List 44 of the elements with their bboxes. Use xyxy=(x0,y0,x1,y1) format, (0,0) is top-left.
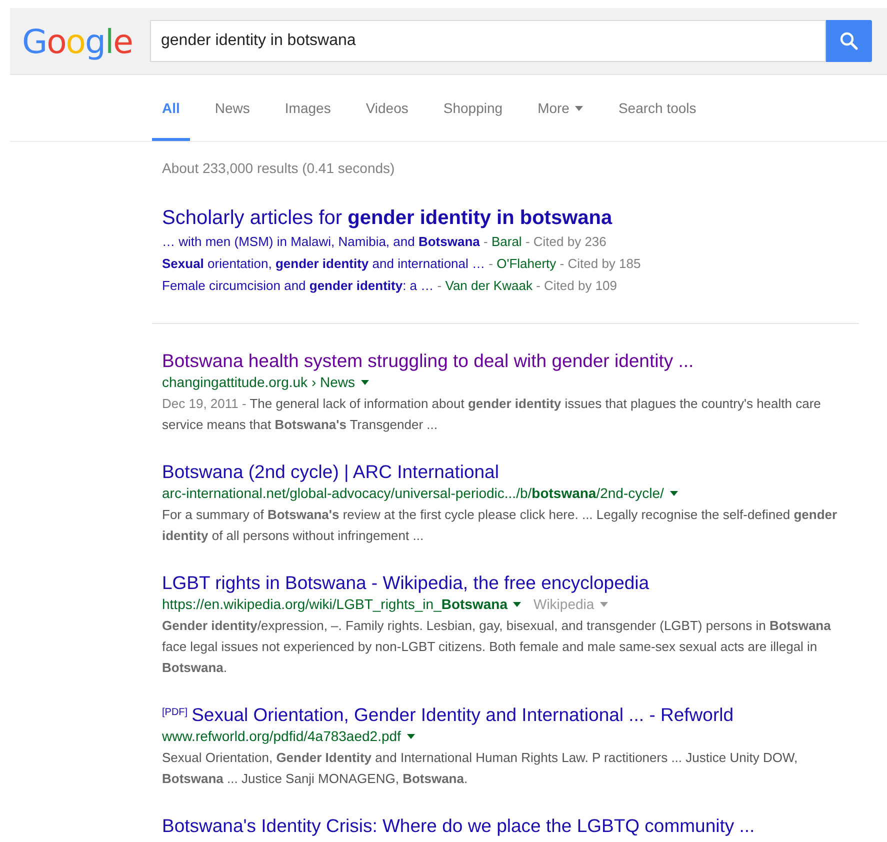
tab[interactable]: Videos xyxy=(356,75,418,141)
source-label: Wikipedia xyxy=(533,595,594,614)
result-snippet: Sexual Orientation, Gender Identity and International Human Rights Law. P ractitioners ... Justice Unity DOW, Botswana ... Justice Sanji MONAGENG, Botswana. xyxy=(162,749,799,788)
result-title[interactable]: Botswana health system struggling to deal with gender identity ... xyxy=(162,349,694,372)
citation-text: - xyxy=(488,256,493,271)
article-link[interactable]: Sexual orientation, gender identity and international … xyxy=(162,256,486,271)
citation-text: - Cited by 236 xyxy=(525,234,606,249)
result-url: https://en.wikipedia.org/wiki/LGBT_rights_in_Botswana xyxy=(162,595,508,614)
result-title[interactable]: LGBT rights in Botswana - Wikipedia, the free encyclopedia xyxy=(162,571,650,594)
caret-icon[interactable] xyxy=(361,380,369,385)
tab[interactable]: More xyxy=(528,75,594,141)
citation-text: - xyxy=(437,278,442,293)
scholarly-title[interactable]: Scholarly articles for gender identity in botswana xyxy=(162,205,847,231)
citation-text: - Cited by 185 xyxy=(560,256,641,271)
file-type-label: [PDF] xyxy=(162,707,188,718)
search-button[interactable] xyxy=(826,20,872,62)
tab[interactable]: News xyxy=(204,75,260,141)
tab[interactable]: Images xyxy=(274,75,341,141)
result-stats: About 233,000 results (0.41 seconds) xyxy=(162,160,396,178)
result-url: www.refworld.org/pdfid/4a783aed2.pdf xyxy=(162,727,401,746)
result-title[interactable]: Botswana's Identity Crisis: Where do we place the LGBTQ community ... xyxy=(162,814,755,837)
result-url: changingattitude.org.uk › News xyxy=(162,373,355,392)
article-author[interactable]: Baral xyxy=(491,234,522,249)
caret-icon[interactable] xyxy=(406,734,415,739)
result-snippet: Gender identity/expression, –. Family rights. Lesbian, gay, bisexual, and transgender (LGBT) persons in Botswana face legal issues not experienced by non-LGBT citizens. Both female and male same-sex sexual acts are illegal in Botswana. xyxy=(162,617,832,677)
tab[interactable]: Shopping xyxy=(433,75,513,141)
caret-icon[interactable] xyxy=(513,602,522,607)
article-author[interactable]: O'Flaherty xyxy=(496,256,556,271)
tab[interactable]: Search tools xyxy=(608,75,706,141)
caret-icon[interactable] xyxy=(670,491,678,496)
search-icon xyxy=(839,31,859,51)
result-snippet: For a summary of Botswana's review at the first cycle please click here. ... Legally recognise the self-defined gender identity of all persons without infringement ... xyxy=(162,506,838,545)
article-link[interactable]: Female circumcision and gender identity: a … xyxy=(162,278,434,293)
tab[interactable]: All xyxy=(152,75,190,141)
result-title[interactable]: Sexual Orientation, Gender Identity and International ... - Refworld xyxy=(192,703,734,726)
article-link[interactable]: … with men (MSM) in Malawi, Namibia, and Botswana xyxy=(162,234,480,249)
citation-text: - Cited by 109 xyxy=(536,278,618,293)
result-title[interactable]: Botswana (2nd cycle) | ARC International xyxy=(162,460,499,483)
search-field[interactable]: gender identity in botswana xyxy=(150,20,826,62)
citation-text: - xyxy=(484,234,488,249)
result-url: arc-international.net/global-advocacy/universal-periodic.../b/botswana/2nd-cycle/ xyxy=(162,484,664,503)
result-snippet: Dec 19, 2011 - The general lack of information about gender identity issues that plagues the country's health care service means that Botswana's Transgender ... xyxy=(162,395,822,434)
caret-icon[interactable] xyxy=(575,106,584,110)
article-author[interactable]: Van der Kwaak xyxy=(445,278,532,293)
